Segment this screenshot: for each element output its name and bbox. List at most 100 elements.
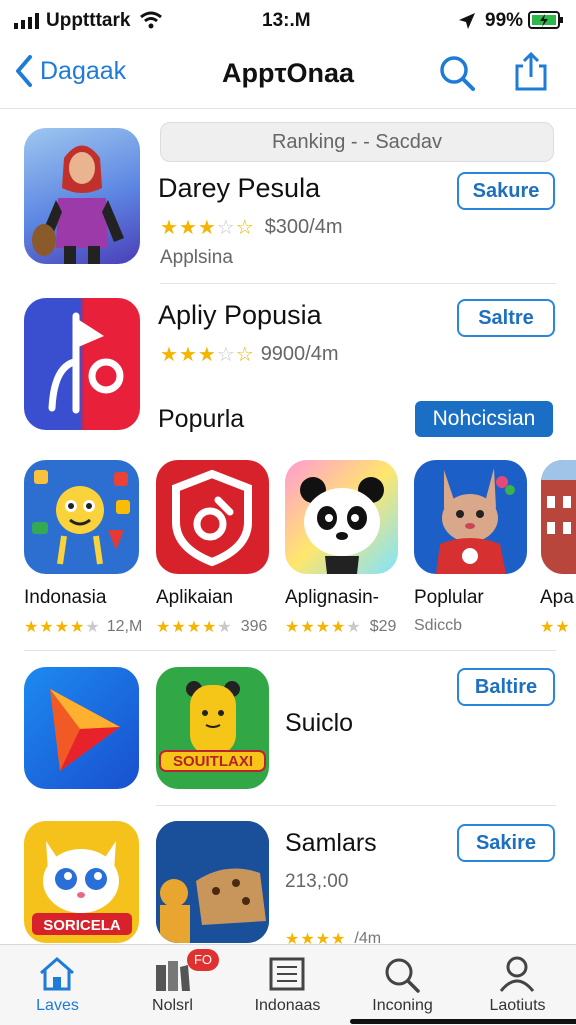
app-icon-darey-pesula[interactable]	[24, 128, 140, 264]
cat-character-icon: SORICELA	[32, 841, 132, 935]
star-filled-icon: ★	[197, 344, 216, 366]
carousel-meta: $29	[369, 618, 397, 635]
star-empty-icon: ★	[85, 619, 100, 636]
star-filled-icon: ★	[178, 344, 197, 366]
wifi-icon	[140, 11, 162, 29]
notification-badge: FO	[187, 949, 219, 971]
app-meta: 213,:00	[285, 871, 349, 892]
star-half-icon: ★	[202, 619, 217, 636]
tab-label: Indonaas	[254, 997, 321, 1014]
star-filled-icon: ★	[285, 619, 300, 636]
carousel-icon-aplignasin[interactable]	[285, 460, 398, 574]
carousel-rating: ★ ★ ★ ★ ★ $29	[285, 617, 396, 637]
panda-icon	[300, 477, 384, 574]
carousel-meta: 396	[240, 618, 268, 635]
icon-wordmark: SOUITLAXI	[173, 753, 253, 770]
building-icon	[541, 460, 576, 574]
divider	[156, 805, 556, 806]
star-filled-icon: ★	[555, 619, 570, 636]
game-character-icon: SOUITLAXI	[159, 681, 266, 772]
navigation-bar: Dagaak AppτOnaa	[0, 40, 576, 109]
star-empty-icon: ☆	[216, 344, 235, 366]
get-button[interactable]: Saltre	[457, 299, 555, 337]
share-icon[interactable]	[513, 52, 549, 92]
tab-label: Laotiuts	[489, 997, 546, 1014]
app-title[interactable]: Darey Pesula	[158, 173, 320, 204]
carousel-app-name[interactable]: Aplignasin-	[285, 587, 379, 609]
rating-row: ★ ★ ★ ☆ ☆ 9900/4m	[160, 342, 339, 367]
battery-percent: 99%	[485, 10, 524, 31]
app-icon-samlars[interactable]	[156, 821, 269, 943]
star-filled-icon: ★	[300, 619, 315, 636]
ranking-filter[interactable]: Ranking - - Sacdav	[160, 122, 554, 162]
rating-row: ★ ★ ★ ☆ ☆ $300/4m	[160, 215, 343, 240]
location-arrow-icon	[459, 13, 475, 29]
carousel-app-name[interactable]: Apa	[540, 587, 574, 609]
app-title[interactable]: Suiclo	[285, 709, 353, 738]
app-icon-soricela[interactable]: SORICELA	[24, 821, 139, 943]
home-indicator	[350, 1019, 576, 1024]
search-icon[interactable]	[438, 54, 476, 92]
star-filled-icon: ★	[160, 344, 178, 366]
carousel-meta: 12,M	[106, 618, 143, 635]
get-button[interactable]: Baltire	[457, 668, 555, 706]
star-filled-icon: ★	[39, 619, 54, 636]
carousel-app-name[interactable]: Aplikaian	[156, 587, 233, 609]
bunny-character-icon	[436, 468, 515, 574]
tab-label: Inconing	[372, 997, 433, 1014]
carrier-label: Upptttark	[46, 10, 131, 31]
books-icon	[156, 961, 190, 991]
play-arrow-icon	[50, 689, 120, 771]
star-filled-icon: ★	[540, 619, 555, 636]
tab-nolsrl[interactable]: FO Nolsrl	[115, 945, 230, 1025]
divider	[160, 283, 556, 284]
star-filled-icon: ★	[24, 619, 39, 636]
app-icon-play[interactable]	[24, 667, 139, 789]
carousel-rating: ★ ★ ★ ★ ★ 396	[156, 617, 267, 637]
character-illustration-icon	[32, 145, 124, 264]
carousel-rating: ★ ★	[540, 617, 571, 637]
carousel-icon-poplular[interactable]	[414, 460, 527, 574]
tab-label: Laves	[36, 997, 79, 1014]
app-title[interactable]: Apliy Popusia	[158, 300, 322, 331]
star-empty-icon: ☆	[216, 217, 235, 239]
signal-icon	[14, 13, 39, 29]
tab-indonaas[interactable]: Indonaas	[230, 945, 345, 1025]
star-filled-icon: ★	[54, 619, 70, 636]
app-category: Applsina	[160, 247, 233, 268]
wild-animals-icon	[156, 821, 269, 943]
star-half-icon: ☆	[235, 344, 254, 366]
star-filled-icon: ★	[156, 619, 171, 636]
carousel-icon-indonasia[interactable]	[24, 460, 139, 574]
icon-wordmark: SORICELA	[43, 917, 121, 934]
star-half-icon: ★	[70, 619, 85, 636]
rating-count: 9900/4m	[260, 343, 339, 365]
carousel-app-name[interactable]: Poplular	[414, 587, 484, 609]
status-bar: Upptttark 13:.M 99%	[0, 0, 576, 40]
app-icon-suiclo[interactable]: SOUITLAXI	[156, 667, 269, 789]
tab-laotiuts[interactable]: Laotiuts	[460, 945, 575, 1025]
tab-label: Nolsrl	[152, 997, 193, 1014]
tab-bar: Laves FO Nolsrl Indonaas Inconing Laotiu…	[0, 944, 576, 1025]
emoji-collage-icon	[32, 470, 130, 565]
clock: 13:.M	[262, 10, 311, 31]
carousel-rating: Sdiccb	[414, 617, 462, 635]
star-empty-icon: ★	[346, 619, 361, 636]
divider	[24, 650, 556, 651]
star-filled-icon: ★	[178, 217, 197, 239]
tab-inconing[interactable]: Inconing	[345, 945, 460, 1025]
get-button[interactable]: Sakire	[457, 824, 555, 862]
carousel-icon-aplikaian[interactable]	[156, 460, 269, 574]
app-icon-apliy-popusia[interactable]	[24, 298, 140, 430]
get-button[interactable]: Sakure	[457, 172, 555, 210]
app-title[interactable]: Samlars	[285, 829, 377, 858]
star-empty-icon: ★	[217, 619, 232, 636]
carousel-icon-apa[interactable]	[541, 460, 576, 574]
carousel-app-name[interactable]: Indonasia	[24, 587, 106, 609]
star-filled-icon: ★	[186, 619, 202, 636]
section-see-all-button[interactable]: Nohcicsian	[415, 401, 553, 437]
list-icon	[269, 957, 305, 991]
person-icon	[499, 956, 535, 992]
carousel-meta: Sdiccb	[414, 617, 463, 634]
tab-laves[interactable]: Laves	[0, 945, 115, 1025]
